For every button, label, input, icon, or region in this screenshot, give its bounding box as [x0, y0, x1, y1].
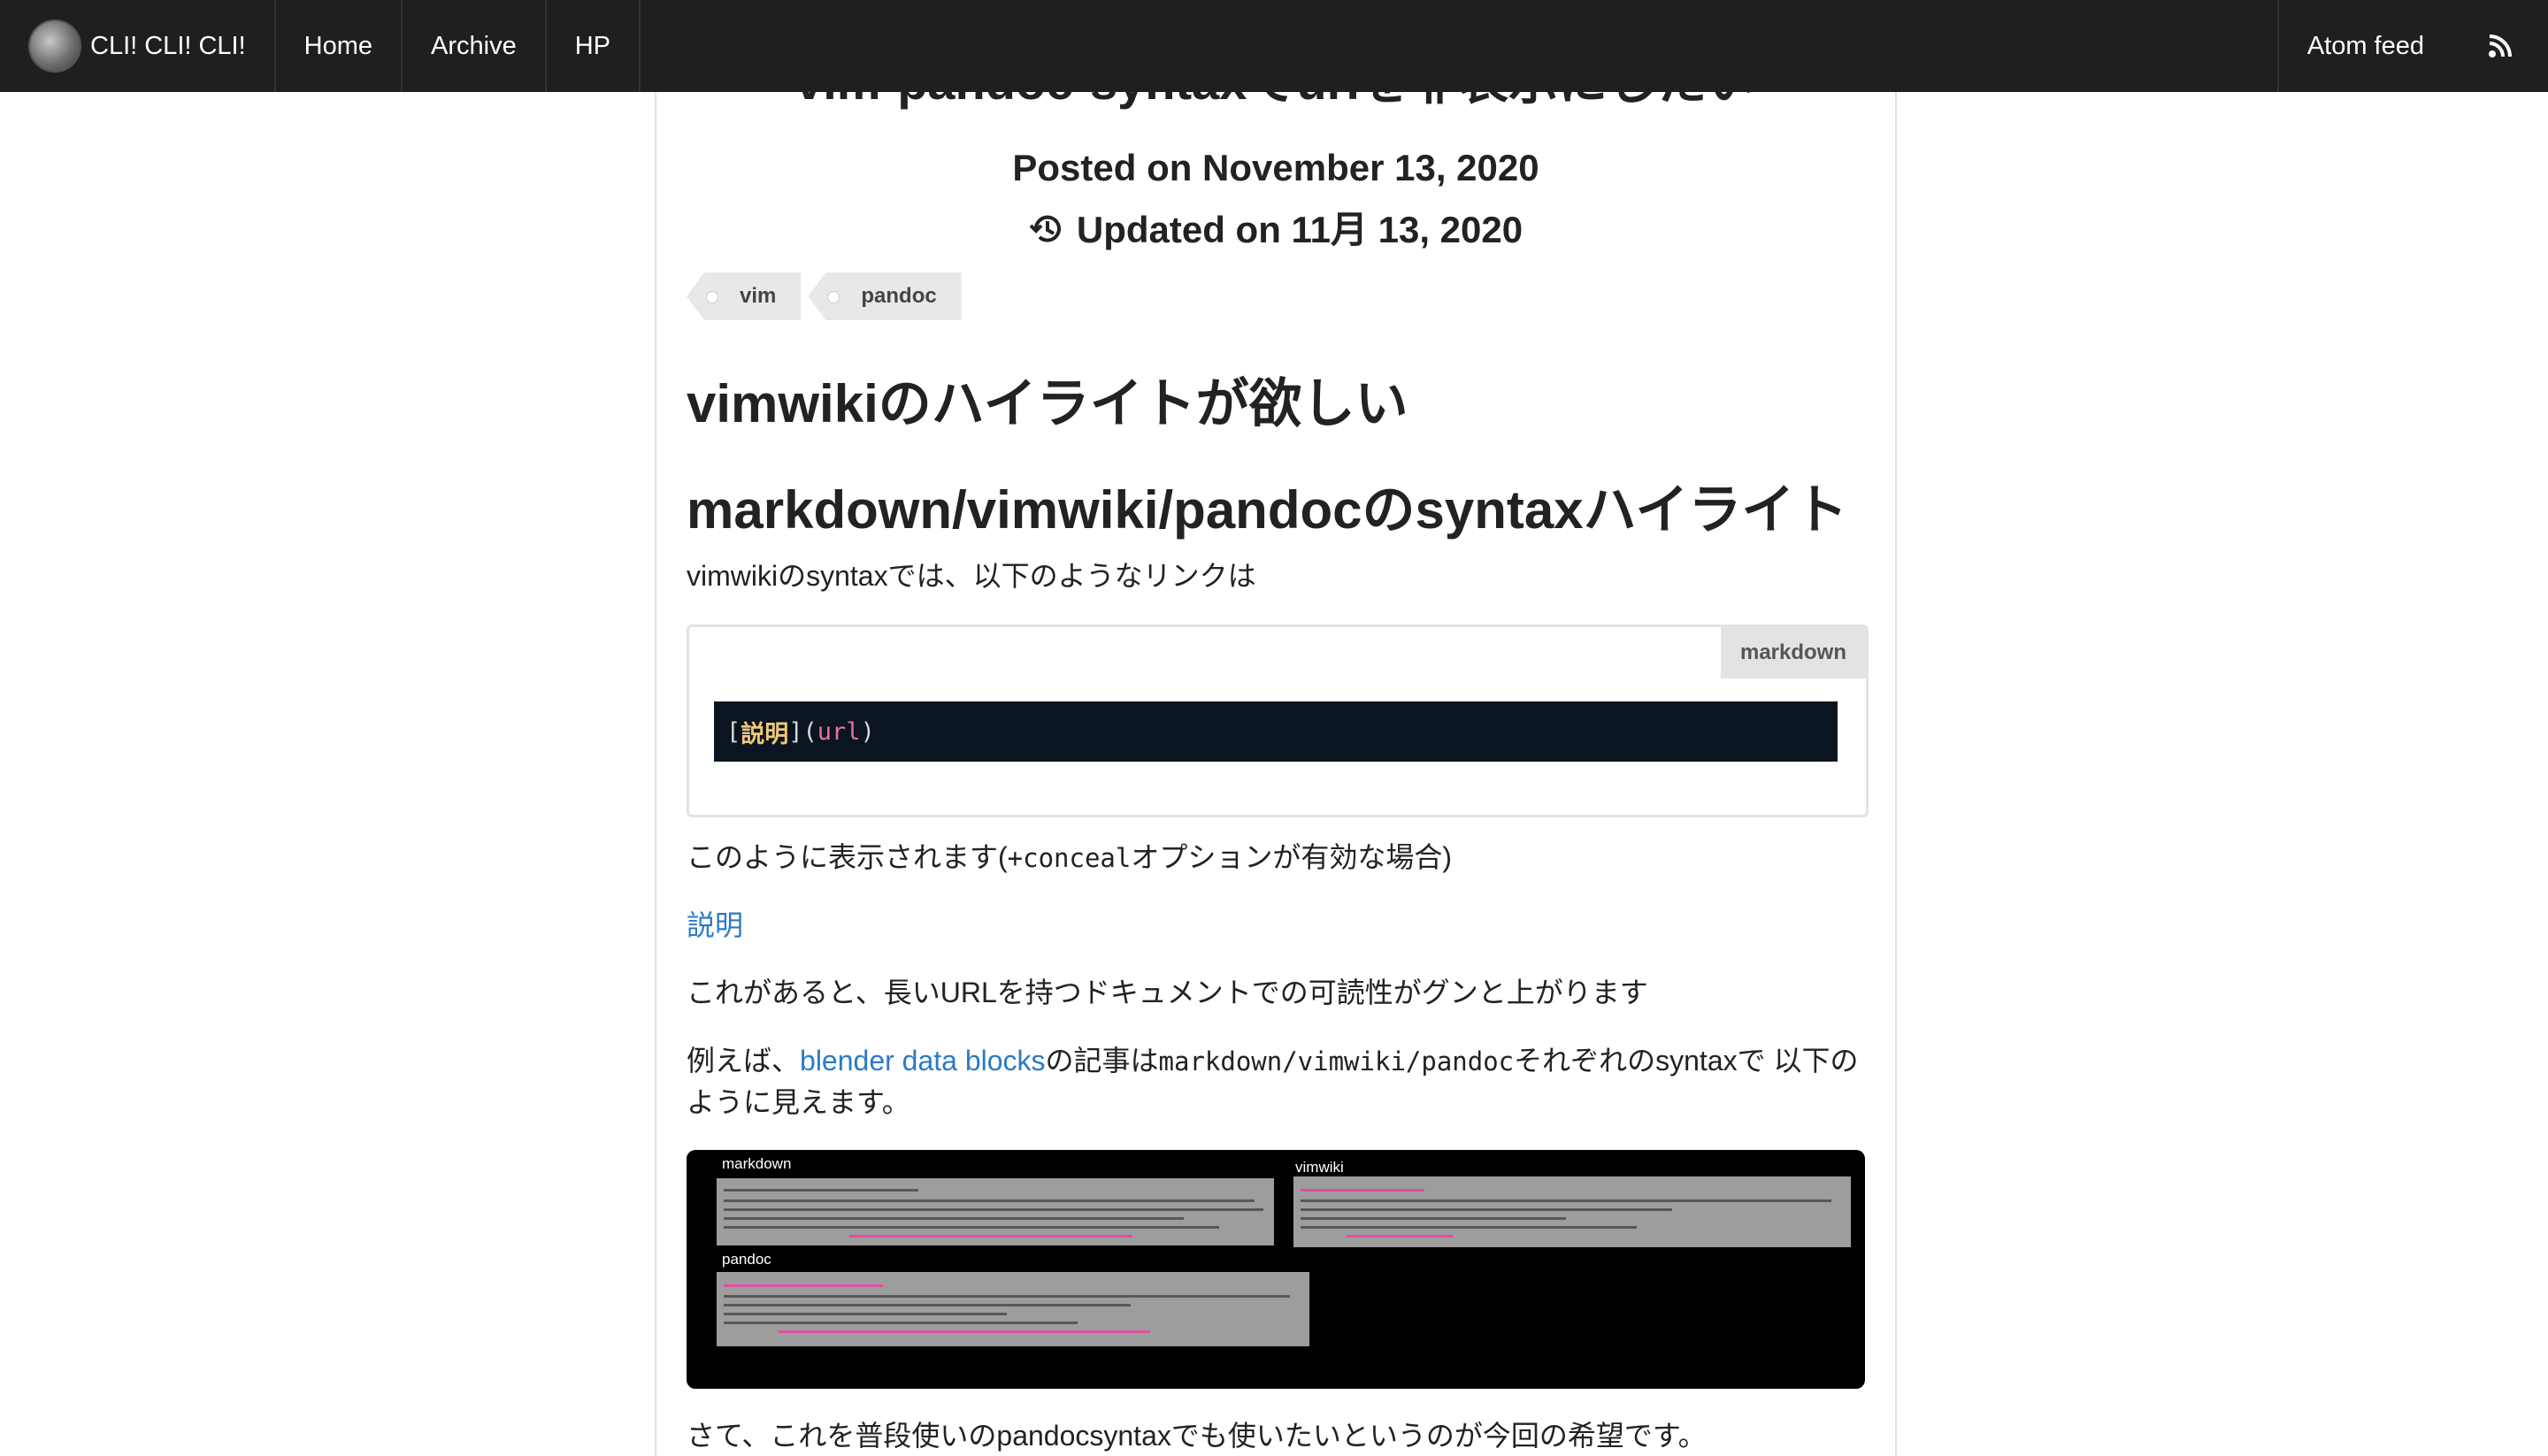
rss-icon[interactable]	[2452, 0, 2548, 92]
paragraph-goal: さて、これを普段使いのpandocsyntaxでも使いたいというのが今回の希望で…	[687, 1420, 1707, 1452]
brand-link[interactable]: CLI! CLI! CLI!	[0, 0, 276, 92]
nav-atom-feed[interactable]: Atom feed	[2276, 0, 2452, 92]
text: オプションが有効な場合)	[1131, 841, 1453, 873]
example-link[interactable]: 説明	[687, 905, 743, 946]
code-token: )	[860, 717, 875, 746]
heading-syntax-highlight: markdown/vimwiki/pandocのsyntaxハイライト	[687, 480, 1848, 540]
paragraph-link-intro: vimwikiのsyntaxでは、以下のようなリンクは	[687, 560, 1256, 592]
screenshot-label-pandoc: pandoc	[722, 1251, 771, 1268]
text: の記事は	[1045, 1045, 1159, 1077]
screenshot-label-markdown: markdown	[722, 1155, 792, 1172]
screenshot-pane-markdown	[717, 1178, 1274, 1245]
updated-line: Updated on 11月 13, 2020	[656, 200, 1895, 257]
heading-vimwiki-highlight: vimwikiのハイライトが欲しい	[687, 374, 1408, 433]
code-language-label: markdown	[1721, 627, 1866, 678]
tag-hole-icon	[827, 291, 840, 303]
tag-pandoc[interactable]: pandoc	[808, 272, 962, 320]
screenshot-label-vimwiki: vimwiki	[1295, 1159, 1344, 1176]
top-navbar: CLI! CLI! CLI! Home Archive HP Atom feed	[0, 0, 2548, 92]
code-token: url	[817, 717, 861, 746]
nav-hp[interactable]: HP	[547, 0, 641, 92]
brand-title: CLI! CLI! CLI!	[90, 31, 246, 60]
tag-vim[interactable]: vim	[687, 272, 802, 320]
tag-list: vim pandoc	[687, 272, 962, 320]
paragraph-conceal: このように表示されます(+concealオプションが有効な場合)	[687, 837, 1452, 878]
code-token: ](	[788, 717, 817, 746]
article-panel: vim-pandoc-syntaxでurlを非表示にしたい Posted on …	[655, 0, 1897, 1456]
avatar	[28, 19, 81, 73]
inline-code: markdown/vimwiki/pandoc	[1158, 1046, 1515, 1077]
text: 例えば、	[687, 1045, 801, 1077]
nav-home[interactable]: Home	[276, 0, 403, 92]
code-block: markdown [説明](url)	[687, 625, 1869, 817]
history-icon	[1029, 211, 1066, 257]
blender-data-blocks-link[interactable]: blender data blocks	[800, 1045, 1046, 1077]
paragraph-readability: これがあると、長いURLを持つドキュメントでの可読性がグンと上がります	[687, 977, 1648, 1008]
code-token: [	[726, 717, 741, 746]
tag-label: pandoc	[861, 284, 937, 308]
nav-archive[interactable]: Archive	[403, 0, 547, 92]
paragraph-example: 例えば、blender data blocksの記事はmarkdown/vimw…	[687, 1040, 1865, 1123]
screenshot-pane-vimwiki	[1293, 1176, 1851, 1247]
posted-date: Posted on November 13, 2020	[1012, 147, 1539, 188]
updated-date: Updated on 11月 13, 2020	[1076, 209, 1523, 250]
syntax-comparison-screenshot: markdown vimwiki pandoc	[687, 1150, 1865, 1389]
code-token: 説明	[741, 720, 789, 748]
inline-code: +conceal	[1007, 843, 1132, 873]
tag-label: vim	[740, 284, 777, 308]
code-content: [説明](url)	[714, 701, 1838, 762]
tag-hole-icon	[706, 291, 718, 303]
text: このように表示されます(	[687, 841, 1008, 873]
screenshot-pane-pandoc	[717, 1272, 1309, 1346]
